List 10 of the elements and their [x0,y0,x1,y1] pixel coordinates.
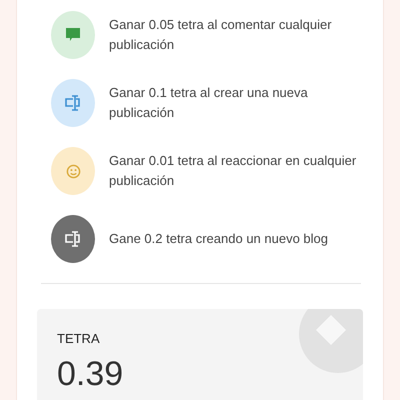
currency-label: TETRA [57,331,101,346]
reward-text: Ganar 0.05 tetra al comentar cualquier publicación [109,16,333,54]
reward-text: Ganar 0.01 tetra al reaccionar en cualquier publicación [109,152,358,190]
chat-bubble-icon [65,27,81,43]
balance-value: 0.39 [57,356,124,392]
reward-text: Gane 0.2 tetra creando un nuevo blog [109,230,328,248]
text-cursor-icon [64,95,82,111]
reward-text: Ganar 0.1 tetra al crear una nueva publicación [109,84,309,122]
text-cursor-icon [64,231,82,247]
smiley-icon [66,164,80,178]
